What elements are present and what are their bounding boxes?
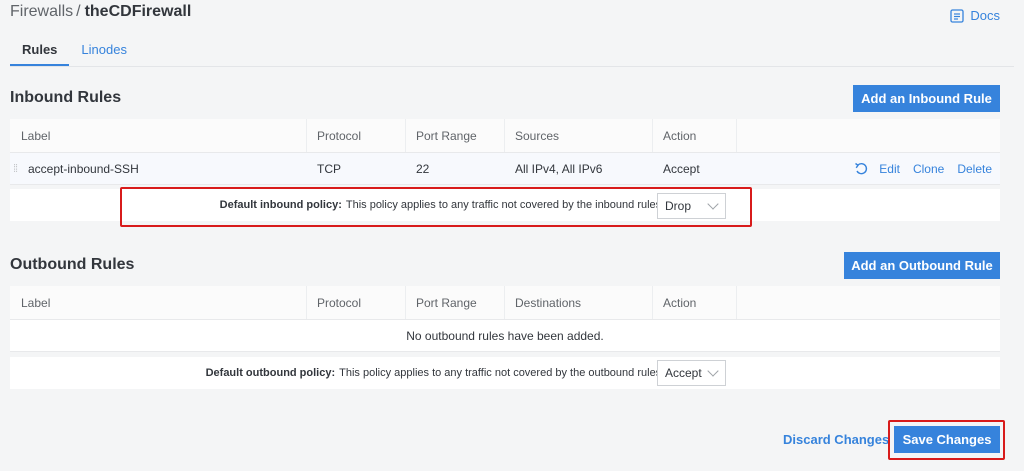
delete-rule-button[interactable]: Delete: [957, 162, 992, 176]
column-header-actions-spacer: [737, 119, 1000, 152]
column-header-destinations: Destinations: [505, 286, 653, 319]
chevron-down-icon: [707, 365, 719, 377]
tab-linodes[interactable]: Linodes: [69, 38, 139, 66]
docs-link[interactable]: Docs: [950, 8, 1000, 23]
rule-port-range: 22: [416, 161, 430, 176]
clone-rule-button[interactable]: Clone: [913, 162, 944, 176]
outbound-rules-table: Label Protocol Port Range Destinations A…: [10, 286, 1000, 352]
docs-icon: [950, 8, 965, 23]
breadcrumb: Firewalls / theCDFirewall: [10, 3, 191, 21]
column-header-sources: Sources: [505, 119, 653, 152]
column-header-action: Action: [653, 286, 737, 319]
rule-label: accept-inbound-SSH: [28, 161, 139, 176]
default-outbound-policy-row: Default outbound policy: This policy app…: [10, 357, 1000, 389]
outbound-rules-title: Outbound Rules: [10, 256, 135, 273]
column-header-actions-spacer: [737, 286, 1000, 319]
column-header-protocol: Protocol: [307, 286, 406, 319]
edit-rule-button[interactable]: Edit: [879, 162, 900, 176]
rule-row-actions: Edit Clone Delete: [737, 153, 1000, 184]
rule-protocol: TCP: [317, 161, 341, 176]
rule-label-cell: ⁞⁞ accept-inbound-SSH: [10, 153, 307, 184]
undo-icon[interactable]: [854, 162, 868, 176]
drag-handle-icon[interactable]: ⁞⁞: [13, 163, 21, 174]
column-header-port-range: Port Range: [406, 286, 505, 319]
outbound-policy-select[interactable]: Accept: [657, 360, 726, 386]
tab-rules[interactable]: Rules: [10, 38, 70, 66]
column-header-label: Label: [10, 286, 307, 319]
page-title: theCDFirewall: [84, 3, 192, 20]
column-header-label: Label: [10, 119, 307, 152]
add-outbound-rule-button[interactable]: Add an Outbound Rule: [844, 252, 1000, 279]
column-header-protocol: Protocol: [307, 119, 406, 152]
breadcrumb-firewalls-link[interactable]: Firewalls: [10, 3, 73, 21]
default-outbound-policy-label: Default outbound policy:: [205, 367, 336, 379]
save-changes-highlight: [888, 420, 1005, 460]
docs-label: Docs: [970, 8, 1000, 23]
rule-sources: All IPv4, All IPv6: [515, 161, 603, 176]
breadcrumb-separator: /: [76, 3, 81, 20]
rule-action: Accept: [663, 161, 700, 176]
inbound-rules-table: Label Protocol Port Range Sources Action…: [10, 119, 1000, 185]
column-header-action: Action: [653, 119, 737, 152]
empty-outbound-message: No outbound rules have been added.: [10, 320, 1000, 352]
column-header-port-range: Port Range: [406, 119, 505, 152]
inbound-rules-title: Inbound Rules: [10, 89, 122, 106]
outbound-table-header: Label Protocol Port Range Destinations A…: [10, 286, 1000, 320]
outbound-policy-value: Accept: [665, 366, 702, 380]
discard-changes-button[interactable]: Discard Changes: [783, 432, 889, 447]
inbound-policy-highlight: [120, 187, 752, 227]
inbound-table-header: Label Protocol Port Range Sources Action: [10, 119, 1000, 153]
tab-bar: Rules Linodes: [10, 38, 1014, 67]
add-inbound-rule-button[interactable]: Add an Inbound Rule: [853, 85, 1000, 112]
table-row[interactable]: ⁞⁞ accept-inbound-SSH TCP 22 All IPv4, A…: [10, 153, 1000, 185]
